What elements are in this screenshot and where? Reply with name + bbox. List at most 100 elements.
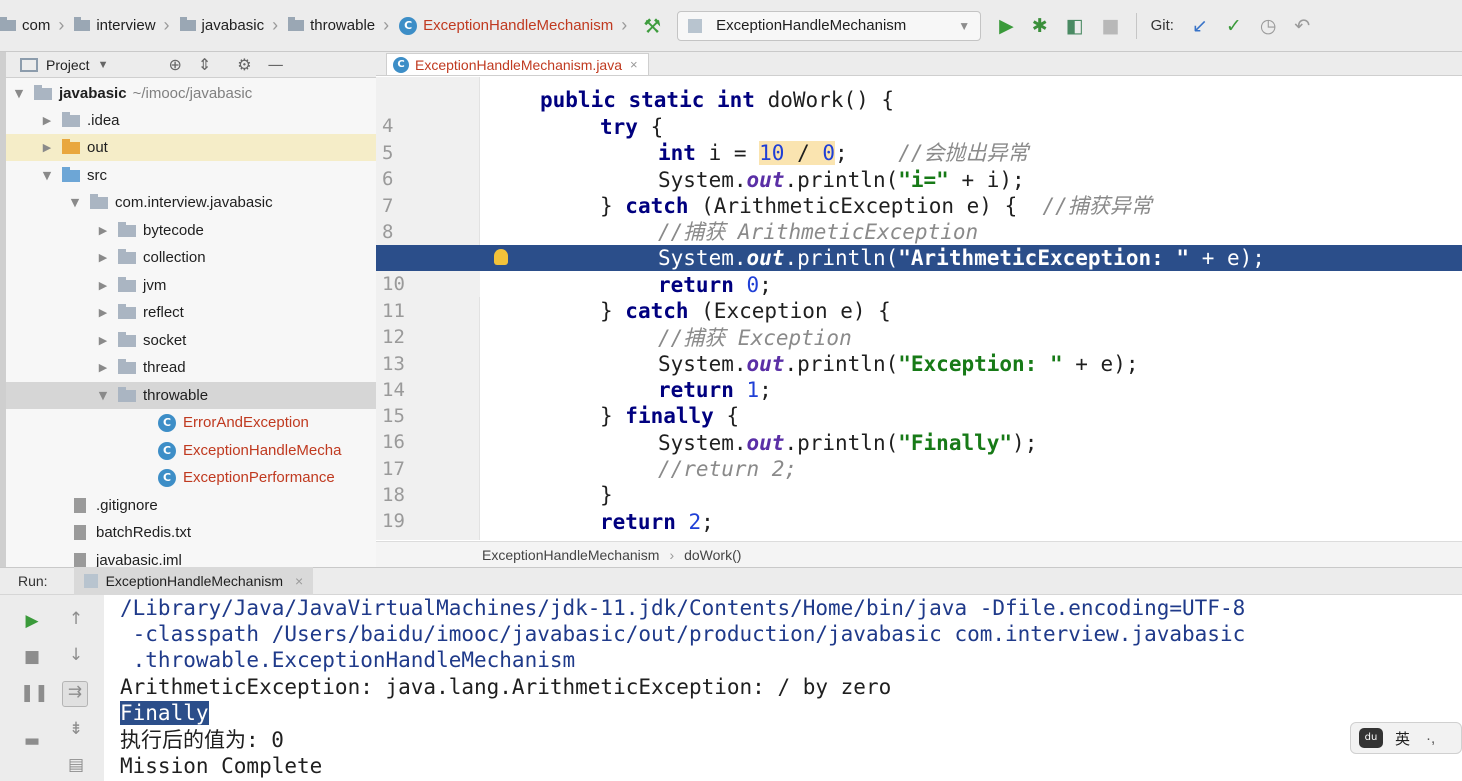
package-icon bbox=[118, 248, 136, 264]
chevron-right-icon: › bbox=[163, 15, 170, 35]
tree-item-throwable[interactable]: ▼ throwable bbox=[6, 382, 376, 409]
scroll-to-end-icon[interactable]: ⇟ bbox=[64, 719, 88, 739]
chevron-right-icon[interactable]: ▶ bbox=[96, 279, 110, 292]
chevron-right-icon[interactable]: ▶ bbox=[96, 224, 110, 237]
tree-item-idea[interactable]: ▶ .idea bbox=[6, 107, 376, 134]
input-method-indicator[interactable]: du 英 ·, bbox=[1350, 722, 1462, 754]
code-line: 5 try { bbox=[382, 115, 664, 164]
tree-item-out[interactable]: ▶ out bbox=[6, 134, 376, 161]
up-arrow-icon[interactable]: ↑ bbox=[64, 609, 88, 629]
run-toolbar: ▶ ↑ ■ ↓ ❚❚ ⇉ ▬ ⇟ ▤ bbox=[0, 595, 104, 781]
chevron-down-icon[interactable]: ▼ bbox=[68, 196, 82, 209]
project-view-select[interactable]: Project bbox=[46, 57, 90, 73]
down-arrow-icon[interactable]: ↓ bbox=[64, 645, 88, 665]
run-configuration-select[interactable]: ExceptionHandleMechanism ▼ bbox=[677, 10, 982, 41]
tree-item-error-and-exception[interactable]: C ErrorAndException bbox=[6, 409, 376, 436]
class-icon: C bbox=[399, 16, 418, 35]
rerun-icon[interactable]: ▶ bbox=[20, 611, 44, 631]
close-icon[interactable]: × bbox=[295, 573, 303, 589]
breadcrumb-com[interactable]: com › bbox=[0, 15, 66, 36]
git-update-icon[interactable]: ↙ bbox=[1192, 15, 1208, 37]
soft-wrap-icon[interactable]: ⇉ bbox=[62, 681, 88, 707]
tree-item-socket[interactable]: ▶ socket bbox=[6, 327, 376, 354]
code-line: 12 } catch (Exception e) { bbox=[382, 299, 891, 348]
chevron-right-icon[interactable]: ▶ bbox=[40, 141, 54, 154]
close-icon[interactable]: × bbox=[630, 57, 638, 72]
git-commit-icon[interactable]: ✓ bbox=[1226, 15, 1242, 37]
tree-item-root[interactable]: ▼ javabasic ~/imooc/javabasic bbox=[6, 80, 376, 107]
chevron-down-icon[interactable]: ▼ bbox=[40, 169, 54, 182]
print-icon[interactable]: ▤ bbox=[64, 755, 88, 775]
package-icon bbox=[74, 17, 91, 31]
chevron-down-icon[interactable]: ▼ bbox=[96, 389, 110, 402]
debug-icon[interactable]: ✱ bbox=[1032, 15, 1048, 37]
coverage-icon[interactable]: ◧ bbox=[1066, 15, 1084, 37]
chevron-right-icon[interactable]: ▶ bbox=[96, 251, 110, 264]
breadcrumb-javabasic[interactable]: javabasic › bbox=[172, 15, 281, 36]
chevron-right-icon[interactable]: ▶ bbox=[96, 334, 110, 347]
chevron-right-icon[interactable]: ▶ bbox=[96, 361, 110, 374]
tree-item-exception-performance[interactable]: C ExceptionPerformance bbox=[6, 464, 376, 491]
text-file-icon bbox=[74, 525, 86, 540]
breadcrumb-current-class[interactable]: C ExceptionHandleMechanism › bbox=[391, 15, 629, 36]
output-folder-icon bbox=[62, 138, 80, 154]
git-rollback-icon[interactable]: ↶ bbox=[1294, 15, 1310, 37]
chevron-right-icon[interactable]: ▶ bbox=[96, 306, 110, 319]
run-tab[interactable]: ExceptionHandleMechanism × bbox=[73, 567, 314, 595]
code-editor[interactable]: 4 public static int doWork() { 5 try { 6… bbox=[376, 77, 1462, 540]
chevron-right-icon[interactable]: ▶ bbox=[40, 114, 54, 127]
config-icon bbox=[688, 18, 703, 33]
package-icon bbox=[288, 17, 305, 31]
git-history-icon[interactable]: ◷ bbox=[1260, 15, 1277, 37]
tab-exception-handle-mechanism[interactable]: C ExceptionHandleMechanism.java × bbox=[386, 53, 649, 75]
locate-icon[interactable]: ⊕ bbox=[168, 55, 181, 74]
hide-icon[interactable]: — bbox=[268, 55, 284, 74]
pause-icon[interactable]: ❚❚ bbox=[20, 683, 49, 703]
breadcrumb-method[interactable]: doWork() bbox=[684, 547, 741, 563]
git-label: Git: bbox=[1150, 17, 1174, 34]
tree-item-batchredis[interactable]: batchRedis.txt bbox=[6, 519, 376, 546]
package-icon bbox=[118, 276, 136, 292]
tree-item-thread[interactable]: ▶ thread bbox=[6, 354, 376, 381]
file-icon bbox=[74, 498, 86, 513]
toolbar-divider bbox=[1135, 12, 1137, 39]
tree-item-exception-handle-mechanism[interactable]: C ExceptionHandleMecha bbox=[6, 437, 376, 464]
tree-item-package[interactable]: ▼ com.interview.javabasic bbox=[6, 189, 376, 216]
folder-icon bbox=[62, 111, 80, 127]
project-tree: ▼ javabasic ~/imooc/javabasic ▶ .idea ▶ … bbox=[6, 78, 376, 567]
tree-item-iml[interactable]: javabasic.iml bbox=[6, 547, 376, 567]
chevron-down-icon[interactable]: ▼ bbox=[98, 59, 109, 71]
breadcrumb-interview[interactable]: interview › bbox=[66, 15, 171, 36]
tree-item-jvm[interactable]: ▶ jvm bbox=[6, 272, 376, 299]
tree-item-src[interactable]: ▼ src bbox=[6, 162, 376, 189]
package-icon bbox=[90, 193, 108, 209]
config-icon bbox=[83, 574, 98, 588]
class-icon: C bbox=[158, 441, 176, 460]
gear-icon[interactable]: ⚙ bbox=[237, 55, 251, 74]
chevron-down-icon[interactable]: ▼ bbox=[12, 87, 26, 100]
console-line: 执行后的值为: 0 bbox=[120, 728, 284, 752]
code-line-highlighted: 10 System.out.println("ArithmeticExcepti… bbox=[376, 245, 1462, 297]
chevron-right-icon: › bbox=[621, 15, 628, 35]
tree-item-bytecode[interactable]: ▶ bytecode bbox=[6, 217, 376, 244]
package-icon bbox=[118, 221, 136, 237]
breadcrumb-throwable[interactable]: throwable › bbox=[280, 15, 391, 36]
tree-item-gitignore[interactable]: .gitignore bbox=[6, 492, 376, 519]
code-line: 18 //return 2; bbox=[382, 457, 798, 506]
build-hammer-icon[interactable]: ⚒ bbox=[643, 14, 661, 38]
input-language: 英 bbox=[1395, 730, 1411, 748]
tree-item-collection[interactable]: ▶ collection bbox=[6, 244, 376, 271]
run-icon[interactable]: ▶ bbox=[999, 15, 1014, 37]
code-line: 6 int i = 10 / 0; //会抛出异常 bbox=[382, 141, 1029, 190]
console-output[interactable]: /Library/Java/JavaVirtualMachines/jdk-11… bbox=[104, 595, 1462, 781]
tree-item-reflect[interactable]: ▶ reflect bbox=[6, 299, 376, 326]
layout-icon[interactable]: ▬ bbox=[20, 731, 44, 751]
stop-icon[interactable]: ■ bbox=[1102, 15, 1120, 37]
run-panel-header: Run: ExceptionHandleMechanism × bbox=[0, 567, 1462, 595]
collapse-all-icon[interactable]: ⇕ bbox=[198, 55, 211, 74]
stop-icon[interactable]: ■ bbox=[20, 647, 44, 667]
package-icon bbox=[118, 303, 136, 319]
package-icon bbox=[118, 386, 136, 402]
console-line: Mission Complete bbox=[120, 754, 323, 778]
breadcrumb-class[interactable]: ExceptionHandleMechanism bbox=[482, 547, 659, 563]
